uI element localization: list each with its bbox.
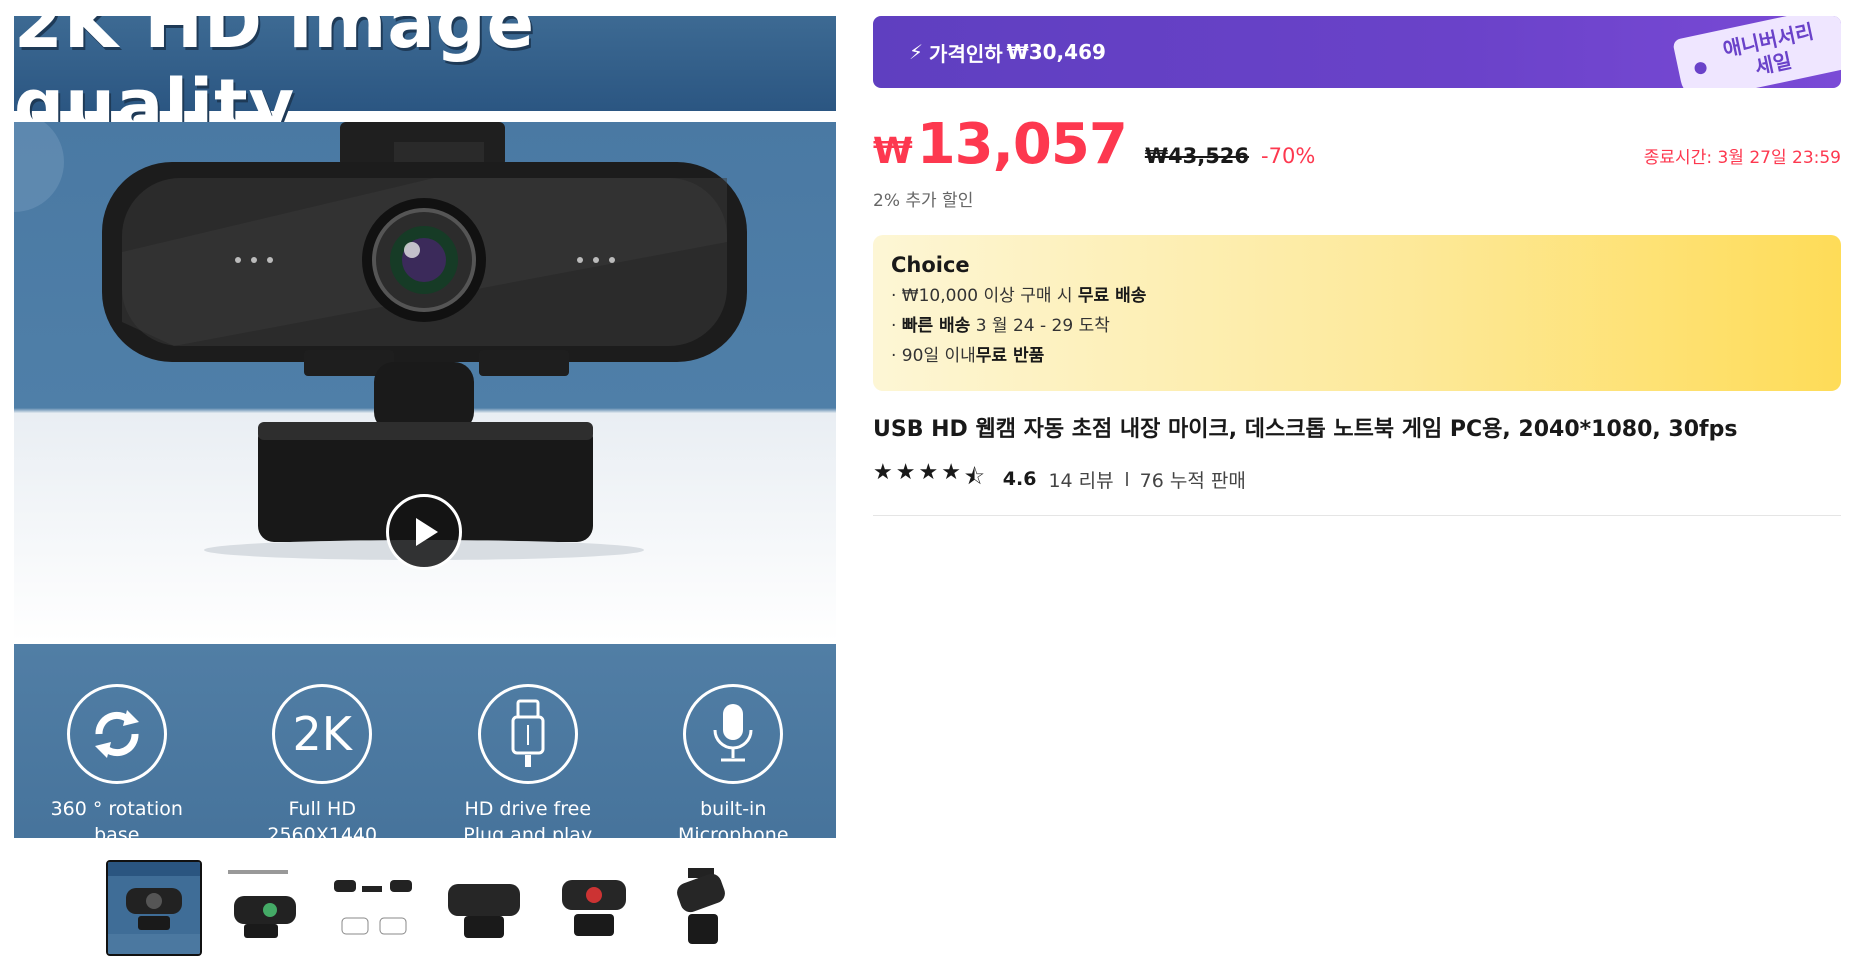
- usb-icon: [477, 684, 578, 784]
- choice-benefits-box: Choice · ₩10,000 이상 구매 시 무료 배송 · 빠른 배송 3…: [873, 235, 1841, 391]
- choice-item-bold: 무료 배송: [1077, 286, 1147, 306]
- separator: [1125, 472, 1128, 486]
- promo-amount: ₩30,469: [1006, 40, 1106, 64]
- product-info: ⚡ 가격인하 ₩30,469 애니버서리 세일 ₩ 13,057 ₩43,526…: [873, 16, 1841, 516]
- product-gallery: 2K HD image quality 360 ° rotation base …: [14, 16, 836, 956]
- rating-row: ★ ★ ★ ★ ⯪ 4.6 14 리뷰 76 누적 판매: [873, 460, 1841, 498]
- star-icon: ★: [895, 460, 916, 485]
- choice-item-text: ·: [891, 316, 902, 336]
- divider: [873, 515, 1841, 516]
- microphone-icon: [683, 684, 784, 784]
- thumbnail-6[interactable]: [656, 860, 752, 956]
- choice-item-text: · ₩10,000 이상 구매 시: [891, 286, 1078, 306]
- extra-discount: 2% 추가 할인: [873, 191, 974, 211]
- feature-rotation: 360 ° rotation base: [27, 684, 207, 838]
- thumbnail-5[interactable]: [546, 860, 642, 956]
- image-banner: 2K HD image quality: [14, 16, 836, 146]
- thumbnail-list: [106, 860, 752, 956]
- choice-item-bold: 무료 반품: [975, 346, 1045, 366]
- anniversary-sale-tag: 애니버서리 세일: [1672, 16, 1841, 88]
- thumbnail-1[interactable]: [106, 860, 202, 956]
- feature-label: HD drive free Plug and play: [463, 798, 593, 838]
- half-star-icon: ⯪: [963, 465, 985, 490]
- promo-label: 가격인하: [929, 41, 1003, 66]
- feature-label: 360 ° rotation base: [50, 798, 183, 838]
- star-icon: ★: [918, 460, 939, 485]
- choice-item-free-shipping: · ₩10,000 이상 구매 시 무료 배송: [891, 286, 1823, 307]
- feature-label: Full HD 2560X1440: [267, 798, 378, 838]
- choice-item-bold: 빠른 배송: [901, 316, 971, 336]
- tag-text: 애니버서리 세일: [1720, 19, 1816, 80]
- feature-microphone: built-in Microphone: [643, 684, 823, 838]
- original-price: ₩43,526: [1144, 144, 1250, 168]
- choice-item-fast-delivery: · 빠른 배송 3 월 24 - 29 도착: [891, 316, 1823, 337]
- sale-end-time: 종료시간: 3월 27일 23:59: [1643, 148, 1841, 168]
- 2k-text: 2K: [292, 707, 352, 761]
- choice-item-text: · 90일 이내: [891, 346, 976, 366]
- discount-percent: -70%: [1261, 144, 1316, 168]
- star-icon: ★: [941, 460, 961, 485]
- rotation-icon: [66, 684, 167, 784]
- sale-price: 13,057: [916, 112, 1128, 177]
- tag-hole: [1693, 60, 1708, 76]
- sold-count: 76 누적 판매: [1139, 469, 1246, 492]
- product-title: USB HD 웹캠 자동 초점 내장 마이크, 데스크톱 노트북 게임 PC용,…: [873, 417, 1738, 442]
- feature-strip: 360 ° rotation base 2K Full HD 2560X1440: [14, 644, 836, 838]
- play-icon: [416, 518, 438, 546]
- star-icon: ★: [873, 460, 893, 485]
- thumbnail-3[interactable]: [326, 860, 422, 956]
- webcam-photo: [14, 122, 836, 642]
- price-drop-banner: ⚡ 가격인하 ₩30,469 애니버서리 세일: [873, 16, 1841, 88]
- feature-label: built-in Microphone: [677, 798, 789, 838]
- 2k-icon: 2K: [272, 684, 373, 784]
- rating-value: 4.6: [1002, 468, 1037, 490]
- star-rating[interactable]: ★ ★ ★ ★ ⯪: [873, 460, 985, 498]
- thumbnail-2[interactable]: [216, 860, 312, 956]
- choice-item-suffix: 3 월 24 - 29 도착: [970, 316, 1110, 336]
- feature-2k: 2K Full HD 2560X1440: [232, 684, 412, 838]
- lightning-icon: ⚡: [909, 40, 924, 64]
- thumbnail-4[interactable]: [436, 860, 532, 956]
- price-currency: ₩: [873, 131, 913, 172]
- review-count-link[interactable]: 14 리뷰: [1048, 466, 1113, 493]
- play-video-button[interactable]: [386, 494, 462, 570]
- main-product-image[interactable]: 2K HD image quality 360 ° rotation base …: [14, 16, 836, 838]
- choice-title: Choice: [891, 253, 970, 277]
- feature-usb: HD drive free Plug and play: [438, 684, 618, 838]
- price-row: ₩ 13,057 ₩43,526 -70% 종료시간: 3월 27일 23:59: [873, 112, 1841, 177]
- choice-item-free-returns: · 90일 이내무료 반품: [891, 346, 1823, 367]
